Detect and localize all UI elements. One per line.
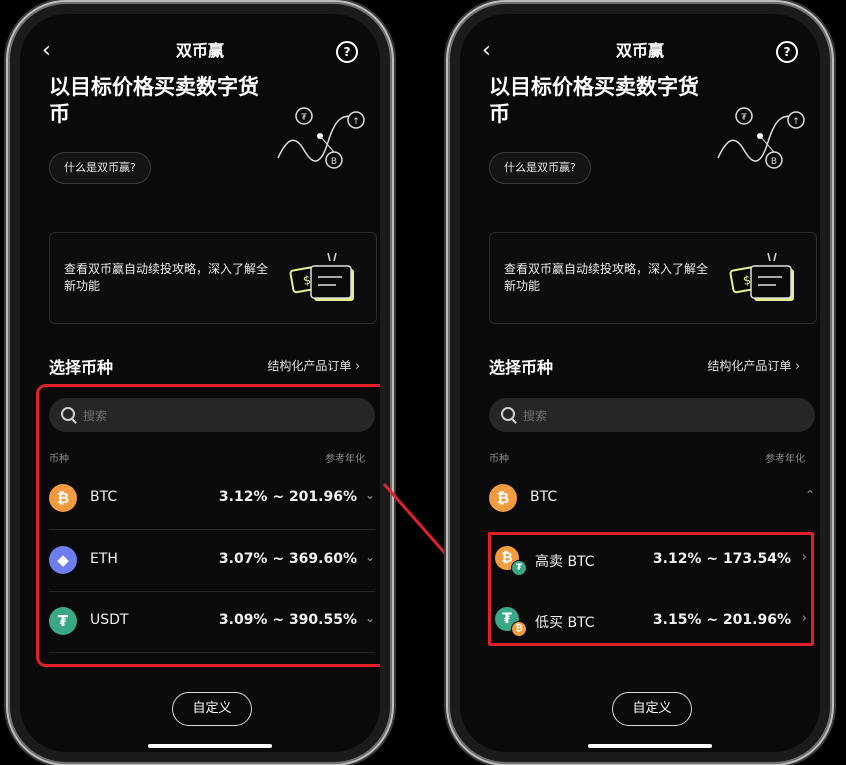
what-is-button[interactable]: 什么是双币赢?: [489, 152, 591, 184]
promo-illustration-icon: $: [289, 252, 354, 301]
highlight-box-coin-list: [36, 384, 380, 667]
promo-illustration-icon: $: [729, 252, 794, 301]
svg-text:₮: ₮: [301, 113, 307, 123]
svg-text:B: B: [771, 157, 777, 167]
promo-card[interactable]: 查看双币赢自动续投攻略，深入了解全新功能 $: [489, 232, 817, 324]
column-header-apr: 参考年化: [765, 454, 805, 465]
screen-right: ‹ 双币赢 ? 以目标价格买卖数字货币 ₮ ↑ B 什么是双币赢? 查看双币赢自…: [460, 14, 820, 752]
custom-button[interactable]: 自定义: [612, 692, 692, 726]
search-placeholder: 搜索: [523, 409, 548, 423]
promo-card[interactable]: 查看双币赢自动续投攻略，深入了解全新功能 $: [49, 232, 377, 324]
search-icon: [501, 407, 515, 421]
search-input[interactable]: 搜索: [489, 398, 815, 432]
promo-text: 查看双币赢自动续投攻略，深入了解全新功能: [64, 262, 269, 293]
dual-currency-illustration-icon: ₮ ↑ B: [717, 107, 805, 169]
what-is-button[interactable]: 什么是双币赢?: [49, 152, 151, 184]
home-indicator[interactable]: [148, 744, 272, 748]
highlight-box-options: [488, 532, 814, 646]
nav-bar: ‹ 双币赢 ?: [20, 40, 380, 64]
section-title: 选择币种: [489, 358, 554, 377]
bitcoin-icon: ₿: [489, 484, 517, 512]
help-icon[interactable]: ?: [776, 41, 798, 63]
svg-text:↑: ↑: [352, 117, 360, 127]
hero-title: 以目标价格买卖数字货币: [49, 75, 259, 126]
page-title: 双币赢: [175, 41, 224, 60]
structured-orders-link[interactable]: 结构化产品订单 ›: [267, 357, 360, 374]
home-indicator[interactable]: [588, 744, 712, 748]
hero-title: 以目标价格买卖数字货币: [489, 75, 699, 126]
svg-text:B: B: [331, 157, 337, 167]
svg-text:₮: ₮: [741, 113, 747, 123]
screen-left: ‹ 双币赢 ? 以目标价格买卖数字货币 ₮ ↑ B 什么是双币赢? 查看双币赢自…: [20, 14, 380, 752]
coin-row-btc-expanded[interactable]: ₿ BTC ⌃: [489, 468, 815, 529]
coin-symbol: BTC: [530, 489, 558, 505]
help-icon[interactable]: ?: [336, 41, 358, 63]
chevron-up-icon: ⌃: [804, 488, 815, 502]
column-header-coin: 币种: [489, 454, 509, 465]
svg-text:↑: ↑: [792, 117, 800, 127]
phone-frame-right: ‹ 双币赢 ? 以目标价格买卖数字货币 ₮ ↑ B 什么是双币赢? 查看双币赢自…: [450, 4, 830, 762]
nav-bar: ‹ 双币赢 ?: [460, 40, 820, 64]
structured-orders-link[interactable]: 结构化产品订单 ›: [707, 357, 800, 374]
dual-currency-illustration-icon: ₮ ↑ B: [277, 107, 365, 169]
section-title: 选择币种: [49, 358, 114, 377]
promo-text: 查看双币赢自动续投攻略，深入了解全新功能: [504, 262, 709, 293]
page-title: 双币赢: [615, 41, 664, 60]
custom-button[interactable]: 自定义: [172, 692, 252, 726]
phone-frame-left: ‹ 双币赢 ? 以目标价格买卖数字货币 ₮ ↑ B 什么是双币赢? 查看双币赢自…: [10, 4, 390, 762]
